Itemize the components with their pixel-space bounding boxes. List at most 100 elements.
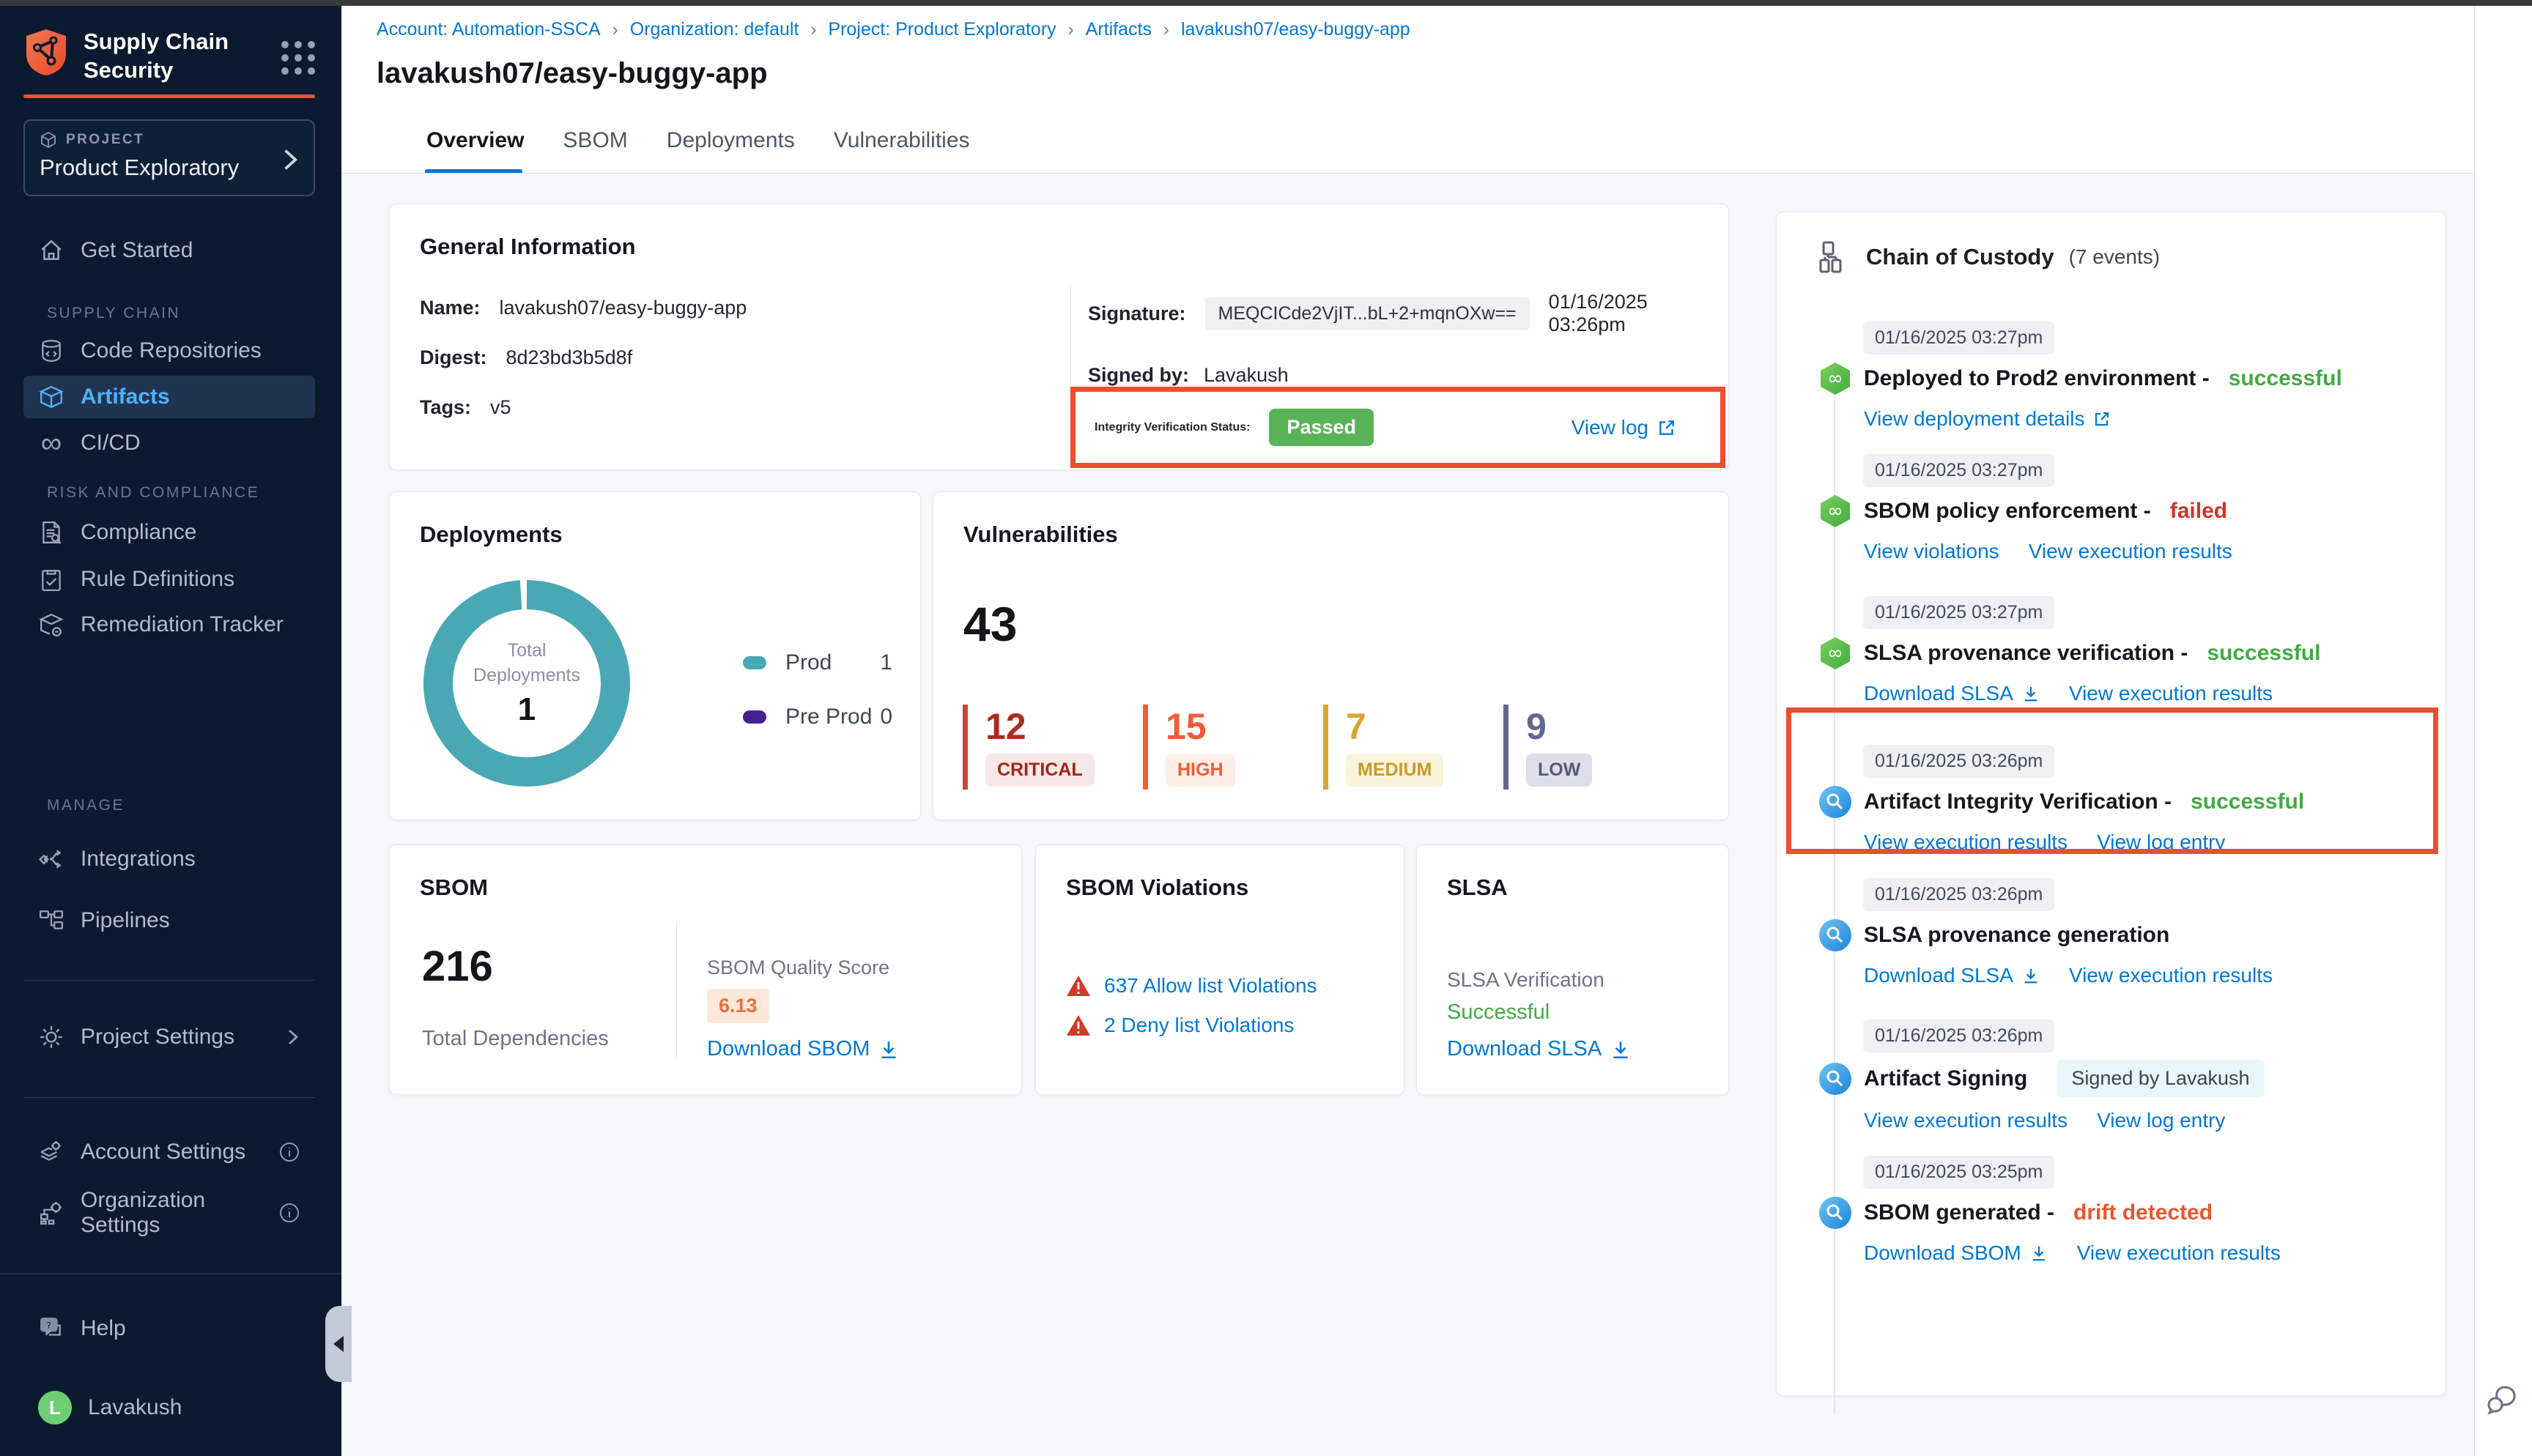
download-icon — [2022, 685, 2040, 702]
sidebar-user[interactable]: L Lavakush — [23, 1386, 315, 1429]
view-violations-link[interactable]: View violations — [1864, 540, 1999, 563]
breadcrumb-separator: › — [810, 20, 816, 40]
event-sbom-policy-enforcement: 01/16/2025 03:27pm ∞ SBOM policy enforce… — [1818, 454, 2424, 563]
sidebar-footer-divider — [0, 1273, 341, 1274]
sidebar-item-cicd[interactable]: ∞ CI/CD — [23, 422, 315, 464]
sidebar-item-help[interactable]: ? Help — [23, 1307, 315, 1350]
legend-swatch-prod — [743, 656, 766, 669]
signed-by-label: Signed by: — [1088, 364, 1189, 387]
sidebar-item-get-started[interactable]: Get Started — [23, 229, 315, 272]
sidebar-collapse-handle[interactable] — [325, 1306, 352, 1382]
breadcrumb: Account: Automation-SSCA › Organization:… — [377, 19, 1410, 40]
download-icon — [878, 1039, 899, 1060]
severity-high: 15 HIGH — [1143, 705, 1323, 790]
download-slsa-link[interactable]: Download SLSA — [1447, 1037, 1631, 1061]
event-title: SBOM generated - — [1864, 1200, 2054, 1225]
sidebar: Supply Chain Security PROJECT Product Ex… — [0, 6, 341, 1456]
breadcrumb-project[interactable]: Project: Product Exploratory — [828, 19, 1056, 40]
deployments-donut-chart: Total Deployments 1 — [422, 579, 632, 788]
main-content: General Information Name: lavakush07/eas… — [341, 174, 2474, 1456]
breadcrumb-separator: › — [1068, 20, 1074, 40]
breadcrumb-artifacts[interactable]: Artifacts — [1086, 19, 1152, 40]
severity-row: 12 CRITICAL 15 HIGH 7 MEDIUM 9 LOW — [963, 705, 1684, 790]
tab-sbom[interactable]: SBOM — [561, 128, 629, 153]
event-title: SBOM policy enforcement - — [1864, 499, 2151, 524]
event-title: Artifact Integrity Verification - — [1864, 790, 2172, 814]
general-information-card: General Information Name: lavakush07/eas… — [389, 204, 1729, 470]
sidebar-item-account-settings[interactable]: Account Settings — [23, 1131, 315, 1173]
legend-item-preprod: Pre Prod 0 — [743, 705, 892, 729]
project-selector[interactable]: PROJECT Product Exploratory — [23, 119, 315, 196]
sbom-total-label: Total Dependencies — [422, 1027, 609, 1051]
event-timestamp: 01/16/2025 03:27pm — [1863, 454, 2054, 487]
breadcrumb-organization[interactable]: Organization: default — [630, 19, 799, 40]
card-title: SLSA — [1447, 874, 1508, 901]
tab-vulnerabilities[interactable]: Vulnerabilities — [832, 128, 971, 153]
sidebar-item-label: Help — [81, 1316, 126, 1341]
info-icon[interactable] — [278, 1141, 300, 1163]
ssca-circle-icon — [1818, 785, 1852, 819]
sidebar-item-organization-settings[interactable]: Organization Settings — [23, 1192, 315, 1234]
view-log-entry-link[interactable]: View log entry — [2097, 1109, 2225, 1132]
warning-icon — [1066, 1014, 1091, 1037]
view-execution-results-link[interactable]: View execution results — [1864, 831, 2068, 854]
sidebar-item-integrations[interactable]: Integrations — [23, 838, 315, 880]
link-label: Download SLSA — [1864, 964, 2013, 987]
view-execution-results-link[interactable]: View execution results — [2069, 964, 2273, 987]
download-icon — [2022, 967, 2040, 984]
ssca-circle-icon — [1818, 1196, 1852, 1230]
tab-deployments[interactable]: Deployments — [665, 128, 796, 153]
view-log-link[interactable]: View log — [1572, 416, 1676, 439]
sidebar-item-remediation-tracker[interactable]: Remediation Tracker — [23, 603, 315, 646]
view-deployment-details-link[interactable]: View deployment details — [1864, 407, 2111, 431]
view-execution-results-link[interactable]: View execution results — [2069, 682, 2273, 705]
gear-icon — [38, 1024, 64, 1050]
artifact-name-value: lavakush07/easy-buggy-app — [500, 297, 747, 319]
support-chat-icon[interactable] — [2485, 1381, 2522, 1416]
deny-list-violations-link[interactable]: 2 Deny list Violations — [1104, 1014, 1294, 1037]
chain-of-custody-count: (7 events) — [2069, 245, 2161, 269]
sidebar-item-label: Project Settings — [81, 1025, 234, 1050]
sidebar-item-label: Compliance — [81, 520, 196, 545]
signature-label: Signature: — [1088, 302, 1186, 325]
allow-list-violations-link[interactable]: 637 Allow list Violations — [1104, 974, 1317, 998]
sidebar-item-pipelines[interactable]: Pipelines — [23, 899, 315, 942]
active-tab-underline — [425, 169, 522, 173]
module-grid-icon[interactable] — [278, 38, 318, 78]
info-icon[interactable] — [278, 1202, 300, 1224]
view-execution-results-link[interactable]: View execution results — [2029, 540, 2232, 563]
breadcrumb-account[interactable]: Account: Automation-SSCA — [377, 19, 601, 40]
severity-count: 15 — [1166, 708, 1323, 745]
download-slsa-link[interactable]: Download SLSA — [1864, 682, 2040, 705]
view-log-entry-link[interactable]: View log entry — [2097, 831, 2225, 854]
slsa-card: SLSA SLSA Verification Successful Downlo… — [1416, 844, 1729, 1095]
tab-overview[interactable]: Overview — [425, 128, 525, 153]
breadcrumb-current[interactable]: lavakush07/easy-buggy-app — [1181, 19, 1410, 40]
collapse-arrow-icon — [333, 1336, 344, 1352]
severity-count: 9 — [1526, 708, 1684, 745]
sidebar-item-compliance[interactable]: Compliance — [23, 511, 315, 554]
download-sbom-link[interactable]: Download SBOM — [1864, 1241, 2048, 1265]
svg-text:∞: ∞ — [1827, 642, 1843, 664]
sidebar-divider — [23, 1097, 315, 1098]
download-icon — [1610, 1039, 1631, 1060]
sbom-violations-card: SBOM Violations 637 Allow list Violation… — [1035, 844, 1404, 1095]
slsa-verification-label: SLSA Verification — [1447, 968, 1604, 992]
breadcrumb-separator: › — [612, 20, 618, 40]
browser-chrome-strip — [0, 0, 2532, 6]
sidebar-item-artifacts[interactable]: Artifacts — [23, 376, 315, 418]
chain-of-custody-icon — [1818, 240, 1851, 274]
sidebar-item-rule-definitions[interactable]: Rule Definitions — [23, 558, 315, 601]
donut-center-label: Total Deployments — [468, 639, 585, 688]
download-sbom-link[interactable]: Download SBOM — [707, 1037, 899, 1061]
svg-text:∞: ∞ — [1827, 368, 1843, 390]
event-title: SLSA provenance generation — [1864, 923, 2169, 948]
sidebar-item-code-repositories[interactable]: Code Repositories — [23, 330, 315, 372]
cd-hexagon-icon: ∞ — [1818, 636, 1852, 670]
view-execution-results-link[interactable]: View execution results — [2077, 1241, 2281, 1265]
link-label: View execution results — [2069, 682, 2273, 705]
sidebar-item-project-settings[interactable]: Project Settings — [23, 1016, 315, 1058]
download-slsa-link[interactable]: Download SLSA — [1864, 964, 2040, 987]
view-execution-results-link[interactable]: View execution results — [1864, 1109, 2068, 1132]
sidebar-item-label: Pipelines — [81, 908, 170, 933]
